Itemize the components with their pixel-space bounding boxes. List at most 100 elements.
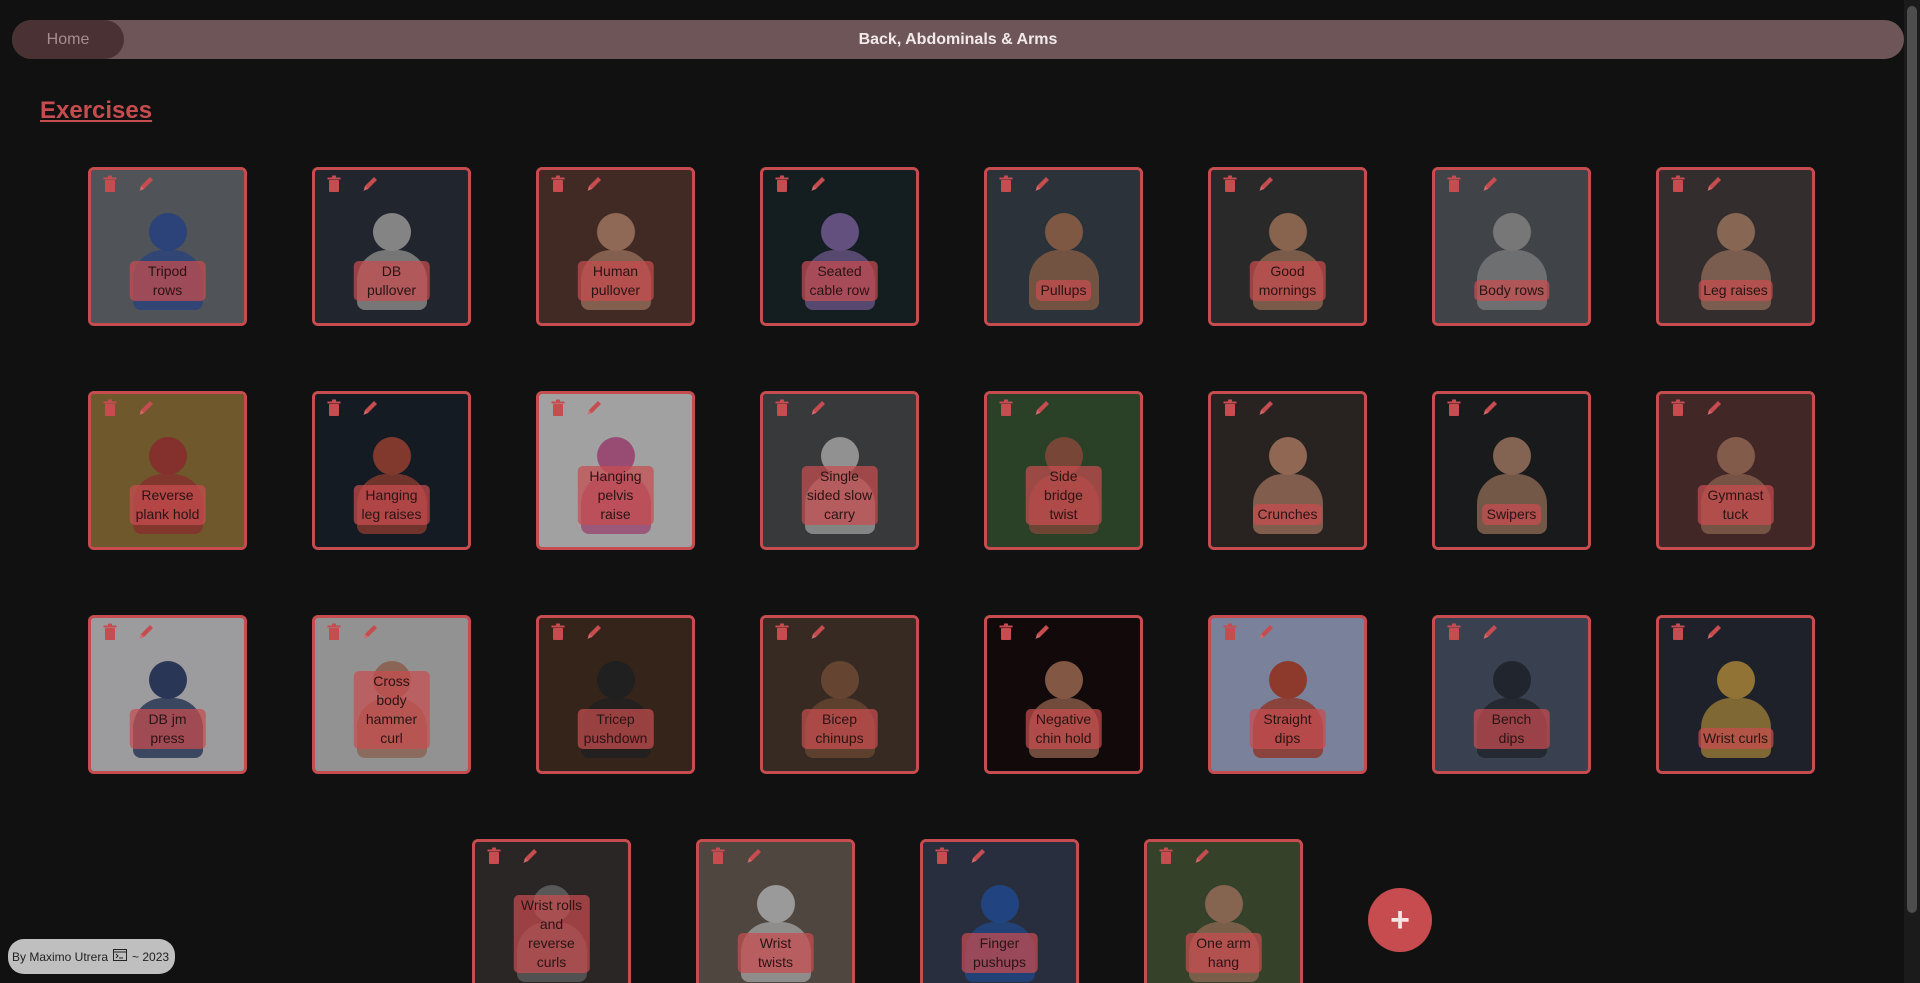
exercise-card[interactable]: Tricep pushdown — [536, 615, 695, 774]
trash-icon[interactable] — [1669, 399, 1687, 417]
pencil-icon[interactable] — [809, 399, 827, 417]
exercise-name: Negative chin hold — [1025, 709, 1102, 749]
trash-icon[interactable] — [997, 623, 1015, 641]
pencil-icon[interactable] — [1705, 399, 1723, 417]
exercise-card[interactable]: Side bridge twist — [984, 391, 1143, 550]
trash-icon[interactable] — [549, 399, 567, 417]
pencil-icon[interactable] — [809, 623, 827, 641]
footer-author: By Maximo Utrera — [12, 949, 109, 964]
exercise-card[interactable]: Straight dips — [1208, 615, 1367, 774]
pencil-icon[interactable] — [585, 175, 603, 193]
vertical-scrollbar[interactable] — [1904, 0, 1920, 983]
pencil-icon[interactable] — [1481, 399, 1499, 417]
pencil-icon[interactable] — [745, 847, 763, 865]
trash-icon[interactable] — [1669, 175, 1687, 193]
pencil-icon[interactable] — [361, 623, 379, 641]
pencil-icon[interactable] — [1257, 175, 1275, 193]
exercise-card[interactable]: Seated cable row — [760, 167, 919, 326]
trash-icon[interactable] — [1221, 623, 1239, 641]
trash-icon[interactable] — [773, 399, 791, 417]
exercise-card[interactable]: Crunches — [1208, 391, 1367, 550]
trash-icon[interactable] — [549, 623, 567, 641]
pencil-icon[interactable] — [809, 175, 827, 193]
pencil-icon[interactable] — [1257, 623, 1275, 641]
pencil-icon[interactable] — [969, 847, 987, 865]
exercise-card[interactable]: Wrist curls — [1656, 615, 1815, 774]
exercise-card[interactable]: Negative chin hold — [984, 615, 1143, 774]
trash-icon[interactable] — [997, 175, 1015, 193]
pencil-icon[interactable] — [1033, 399, 1051, 417]
pencil-icon[interactable] — [585, 399, 603, 417]
exercise-card[interactable]: Bench dips — [1432, 615, 1591, 774]
exercise-card[interactable]: Cross body hammer curl — [312, 615, 471, 774]
trash-icon[interactable] — [773, 175, 791, 193]
pencil-icon[interactable] — [137, 175, 155, 193]
trash-icon[interactable] — [101, 623, 119, 641]
trash-icon[interactable] — [1445, 399, 1463, 417]
exercise-card[interactable]: Body rows — [1432, 167, 1591, 326]
trash-icon[interactable] — [1157, 847, 1175, 865]
exercise-card[interactable]: Reverse plank hold — [88, 391, 247, 550]
exercise-card[interactable]: Gymnast tuck — [1656, 391, 1815, 550]
trash-icon[interactable] — [773, 623, 791, 641]
trash-icon[interactable] — [1445, 623, 1463, 641]
trash-icon[interactable] — [549, 175, 567, 193]
pencil-icon[interactable] — [137, 399, 155, 417]
add-exercise-button[interactable]: + — [1368, 888, 1432, 952]
exercise-card[interactable]: Leg raises — [1656, 167, 1815, 326]
pencil-icon[interactable] — [1033, 175, 1051, 193]
pencil-icon[interactable] — [361, 175, 379, 193]
trash-icon[interactable] — [101, 399, 119, 417]
exercise-card[interactable]: Wrist rolls and reverse curls — [472, 839, 631, 983]
exercise-card[interactable]: Human pullover — [536, 167, 695, 326]
exercise-name: Gymnast tuck — [1697, 485, 1774, 525]
pencil-icon[interactable] — [1033, 623, 1051, 641]
trash-icon[interactable] — [933, 847, 951, 865]
trash-icon[interactable] — [1669, 623, 1687, 641]
home-button[interactable]: Home — [12, 20, 124, 59]
pencil-icon[interactable] — [361, 399, 379, 417]
exercise-name: Tripod rows — [129, 261, 206, 301]
trash-icon[interactable] — [101, 175, 119, 193]
exercise-card[interactable]: Tripod rows — [88, 167, 247, 326]
trash-icon[interactable] — [997, 399, 1015, 417]
trash-icon[interactable] — [325, 399, 343, 417]
exercise-card[interactable]: Finger pushups — [920, 839, 1079, 983]
trash-icon[interactable] — [1221, 399, 1239, 417]
exercise-card[interactable]: Bicep chinups — [760, 615, 919, 774]
exercise-grid: Tripod rows DB pullover Human pullover Seat… — [88, 167, 1818, 774]
pencil-icon[interactable] — [1705, 623, 1723, 641]
pencil-icon[interactable] — [1257, 399, 1275, 417]
pencil-icon[interactable] — [521, 847, 539, 865]
exercise-card[interactable]: DB jm press — [88, 615, 247, 774]
pencil-icon[interactable] — [1193, 847, 1211, 865]
terminal-icon — [113, 949, 128, 964]
exercise-card[interactable]: Wrist twists — [696, 839, 855, 983]
exercise-card[interactable]: Pullups — [984, 167, 1143, 326]
scrollbar-thumb[interactable] — [1907, 6, 1917, 913]
pencil-icon[interactable] — [1705, 175, 1723, 193]
exercise-card[interactable]: One arm hang — [1144, 839, 1303, 983]
page-title: Back, Abdominals & Arms — [858, 30, 1058, 48]
trash-icon[interactable] — [485, 847, 503, 865]
exercise-card[interactable]: Swipers — [1432, 391, 1591, 550]
exercise-name: Hanging leg raises — [353, 485, 430, 525]
exercise-card[interactable]: Good mornings — [1208, 167, 1367, 326]
exercise-name: Bicep chinups — [801, 709, 878, 749]
exercise-card[interactable]: Hanging pelvis raise — [536, 391, 695, 550]
pencil-icon[interactable] — [137, 623, 155, 641]
exercise-name: Swipers — [1481, 504, 1542, 525]
trash-icon[interactable] — [325, 623, 343, 641]
pencil-icon[interactable] — [1481, 623, 1499, 641]
pencil-icon[interactable] — [585, 623, 603, 641]
exercise-card[interactable]: DB pullover — [312, 167, 471, 326]
exercise-card[interactable]: Hanging leg raises — [312, 391, 471, 550]
trash-icon[interactable] — [709, 847, 727, 865]
pencil-icon[interactable] — [1481, 175, 1499, 193]
trash-icon[interactable] — [325, 175, 343, 193]
exercise-name: Tricep pushdown — [577, 709, 654, 749]
exercise-card[interactable]: Single sided slow carry — [760, 391, 919, 550]
trash-icon[interactable] — [1221, 175, 1239, 193]
trash-icon[interactable] — [1445, 175, 1463, 193]
top-nav-bar: Home Back, Abdominals & Arms — [12, 20, 1904, 59]
